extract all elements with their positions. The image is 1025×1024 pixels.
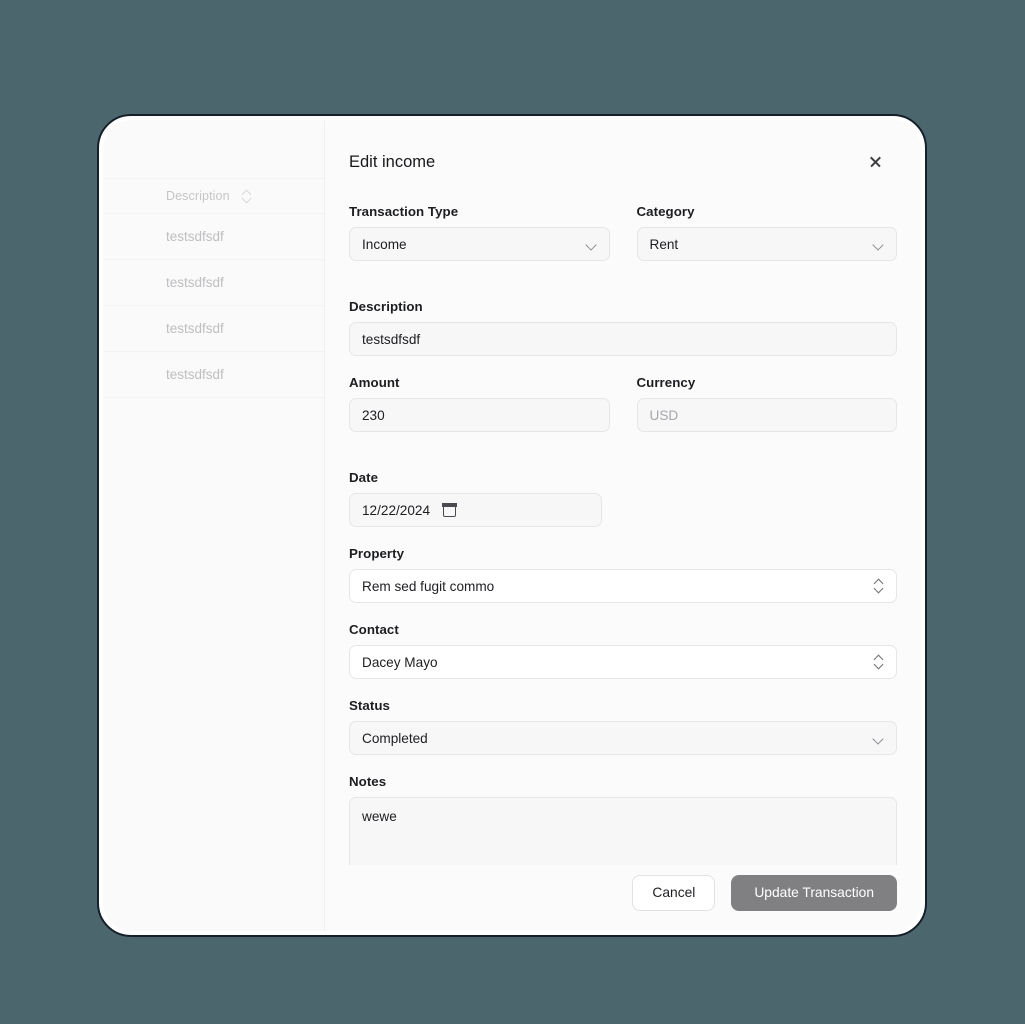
field-currency: Currency USD bbox=[636, 375, 897, 451]
date-value: 12/22/2024 bbox=[362, 502, 431, 518]
cancel-button[interactable]: Cancel bbox=[632, 875, 716, 911]
label-description: Description bbox=[349, 299, 423, 314]
sort-updown-icon[interactable] bbox=[242, 189, 252, 203]
app-window: Description testsdfsdf testsdfsdf testsd… bbox=[97, 114, 927, 937]
modal-footer: Cancel Update Transaction bbox=[325, 865, 921, 931]
field-date: Date 12/22/2024 bbox=[349, 470, 897, 527]
cell-description: testsdfsdf bbox=[166, 275, 224, 290]
label-date: Date bbox=[349, 470, 379, 485]
category-select[interactable]: Rent bbox=[636, 227, 897, 261]
row-amount-currency: Amount 230 Currency USD bbox=[349, 375, 897, 451]
label-property: Property bbox=[349, 546, 405, 561]
table-header-row: Description bbox=[103, 178, 324, 214]
field-contact: Contact Dacey Mayo bbox=[349, 622, 897, 679]
cell-description: testsdfsdf bbox=[166, 229, 224, 244]
table-row[interactable]: testsdfsdf bbox=[103, 260, 324, 306]
label-category: Category bbox=[636, 204, 695, 219]
chevron-down-icon bbox=[873, 239, 884, 250]
transaction-type-value: Income bbox=[362, 236, 407, 252]
description-input[interactable]: testsdfsdf bbox=[349, 322, 897, 356]
chevron-down-icon bbox=[586, 239, 597, 250]
currency-input[interactable]: USD bbox=[636, 398, 897, 432]
modal-title: Edit income bbox=[349, 153, 436, 171]
calendar-icon[interactable] bbox=[442, 502, 457, 517]
status-select[interactable]: Completed bbox=[349, 721, 897, 755]
property-value: Rem sed fugit commo bbox=[362, 578, 495, 594]
field-property: Property Rem sed fugit commo bbox=[349, 546, 897, 603]
column-header-description[interactable]: Description bbox=[166, 189, 230, 203]
label-amount: Amount bbox=[349, 375, 400, 390]
amount-input[interactable]: 230 bbox=[349, 398, 610, 432]
description-value: testsdfsdf bbox=[362, 331, 421, 347]
label-currency: Currency bbox=[636, 375, 696, 390]
chevron-updown-icon bbox=[874, 578, 884, 594]
background-transactions-table: Description testsdfsdf testsdfsdf testsd… bbox=[103, 120, 325, 931]
contact-select[interactable]: Dacey Mayo bbox=[349, 645, 897, 679]
contact-value: Dacey Mayo bbox=[362, 654, 438, 670]
update-transaction-button[interactable]: Update Transaction bbox=[731, 875, 897, 911]
label-transaction-type: Transaction Type bbox=[349, 204, 459, 219]
transaction-type-select[interactable]: Income bbox=[349, 227, 610, 261]
currency-placeholder: USD bbox=[649, 407, 679, 423]
label-notes: Notes bbox=[349, 774, 387, 789]
modal-header: Edit income bbox=[325, 120, 921, 173]
chevron-down-icon bbox=[873, 733, 884, 744]
field-category: Category Rent bbox=[636, 204, 897, 280]
status-value: Completed bbox=[362, 730, 428, 746]
field-amount: Amount 230 bbox=[349, 375, 610, 432]
amount-value: 230 bbox=[362, 407, 385, 423]
field-description: Description testsdfsdf bbox=[349, 299, 897, 356]
cell-description: testsdfsdf bbox=[166, 367, 224, 382]
close-icon[interactable] bbox=[865, 151, 887, 173]
table-row[interactable]: testsdfsdf bbox=[103, 214, 324, 260]
row-type-category: Transaction Type Income Category Rent bbox=[349, 204, 897, 280]
edit-income-modal: Edit income Transaction Type Income Cate… bbox=[325, 120, 921, 931]
field-notes: Notes wewe bbox=[349, 774, 897, 865]
table-row[interactable]: testsdfsdf bbox=[103, 352, 324, 398]
field-status: Status Completed bbox=[349, 698, 897, 755]
category-value: Rent bbox=[649, 236, 679, 252]
notes-textarea[interactable]: wewe bbox=[349, 797, 897, 865]
window-content: Description testsdfsdf testsdfsdf testsd… bbox=[103, 120, 921, 931]
field-transaction-type: Transaction Type Income bbox=[349, 204, 610, 261]
chevron-updown-icon bbox=[874, 654, 884, 670]
table-row[interactable]: testsdfsdf bbox=[103, 306, 324, 352]
property-select[interactable]: Rem sed fugit commo bbox=[349, 569, 897, 603]
label-contact: Contact bbox=[349, 622, 399, 637]
date-input[interactable]: 12/22/2024 bbox=[349, 493, 602, 527]
label-status: Status bbox=[349, 698, 390, 713]
cell-description: testsdfsdf bbox=[166, 321, 224, 336]
modal-body: Transaction Type Income Category Rent De… bbox=[325, 173, 921, 865]
